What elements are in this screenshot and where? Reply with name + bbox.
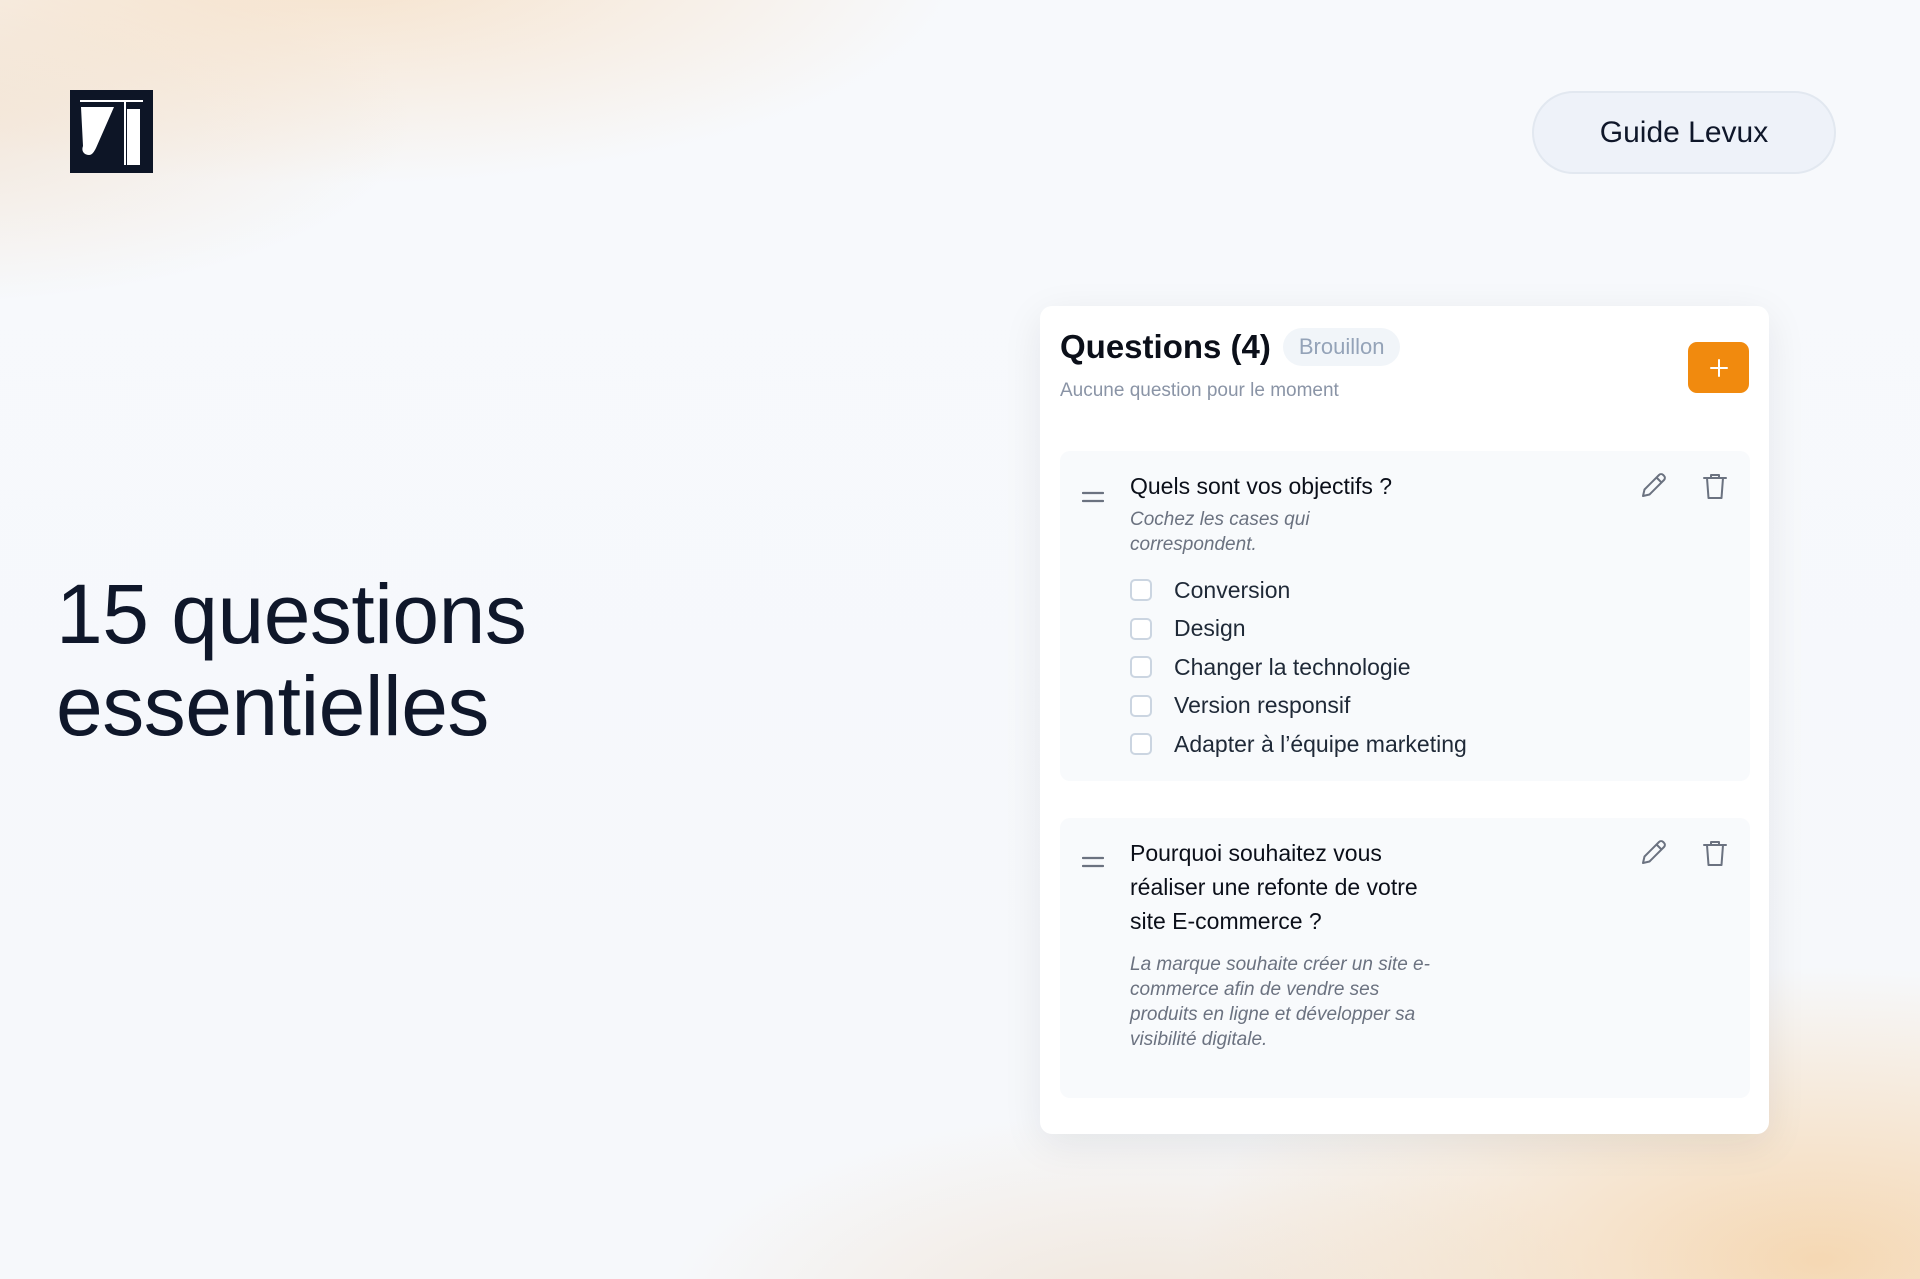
option-item: Design	[1130, 610, 1467, 649]
question-description: Cochez les cases qui correspondent.	[1130, 509, 1310, 555]
guide-levux-button[interactable]: Guide Levux	[1532, 91, 1836, 174]
option-label: Changer la technologie	[1174, 653, 1411, 680]
trash-icon[interactable]	[1698, 469, 1732, 503]
trash-icon[interactable]	[1698, 836, 1732, 870]
guide-levux-button-label: Guide Levux	[1599, 115, 1769, 149]
pencil-icon[interactable]	[1636, 836, 1670, 870]
question-title: Pourquoi souhaitez vous réaliser une ref…	[1130, 840, 1418, 934]
panel-header: Questions (4) Brouillon Aucune question …	[1060, 328, 1749, 402]
option-item: Changer la technologie	[1130, 648, 1467, 687]
question-body: Pourquoi souhaitez vous réaliser une ref…	[1130, 836, 1430, 1052]
option-label: Version responsif	[1174, 692, 1351, 719]
questions-panel: Questions (4) Brouillon Aucune question …	[1040, 306, 1769, 1134]
question-card: Quels sont vos objectifs ? Cochez les ca…	[1060, 451, 1750, 781]
options-list: Conversion Design Changer la technologie…	[1130, 571, 1467, 764]
option-checkbox[interactable]	[1130, 694, 1152, 717]
panel-subtitle: Aucune question pour le moment	[1060, 380, 1339, 401]
drag-handle-icon[interactable]	[1081, 855, 1105, 869]
question-title: Quels sont vos objectifs ?	[1130, 473, 1393, 499]
question-body: Quels sont vos objectifs ? Cochez les ca…	[1130, 469, 1467, 764]
option-item: Adapter à l’équipe marketing	[1130, 725, 1467, 764]
option-label: Adapter à l’équipe marketing	[1174, 730, 1467, 757]
panel-title-row: Questions (4) Brouillon	[1060, 328, 1749, 366]
option-item: Version responsif	[1130, 687, 1467, 726]
option-item: Conversion	[1130, 571, 1467, 610]
hero-headline-line1: 15 questions	[56, 567, 527, 661]
status-badge: Brouillon	[1282, 328, 1401, 366]
pencil-icon[interactable]	[1636, 469, 1670, 503]
plus-icon	[1709, 358, 1728, 377]
option-checkbox[interactable]	[1130, 617, 1152, 640]
question-card: Pourquoi souhaitez vous réaliser une ref…	[1060, 818, 1750, 1098]
option-checkbox[interactable]	[1130, 733, 1152, 756]
panel-title: Questions (4)	[1060, 328, 1271, 365]
option-checkbox[interactable]	[1130, 579, 1152, 602]
hero-headline: 15 questions essentielles	[56, 567, 527, 753]
hero-headline-line2: essentielles	[56, 659, 489, 753]
option-label: Design	[1174, 615, 1246, 642]
option-checkbox[interactable]	[1130, 656, 1152, 679]
question-description: La marque souhaite créer un site e-comme…	[1130, 954, 1430, 1050]
add-question-button[interactable]	[1688, 342, 1749, 393]
levux-logo-icon	[70, 90, 153, 173]
option-label: Conversion	[1174, 576, 1291, 603]
drag-handle-icon[interactable]	[1081, 490, 1105, 504]
